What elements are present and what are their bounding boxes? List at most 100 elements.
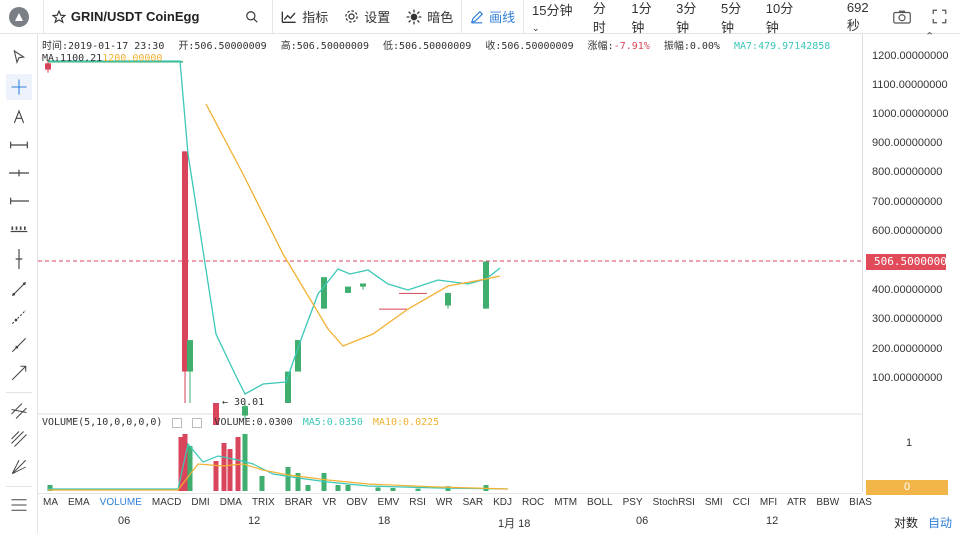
candle-body: [182, 151, 188, 372]
indicator-tab-macd[interactable]: MACD: [152, 497, 181, 508]
candle-body: [399, 292, 427, 294]
volume-bar: [221, 443, 227, 491]
fibonacci-icon[interactable]: [6, 492, 32, 518]
indicator-tab-vr[interactable]: VR: [323, 497, 337, 508]
ma7-line: [48, 60, 501, 395]
fullscreen-icon: [932, 9, 947, 24]
dark-mode-button[interactable]: 暗色: [398, 0, 461, 34]
volume-ma10: MA10:0.0225: [372, 417, 440, 428]
price-axis[interactable]: ⌃: [862, 31, 960, 414]
parallel-channel-icon[interactable]: [6, 398, 32, 424]
horizontal-segment-icon[interactable]: [6, 132, 32, 158]
symbol-selector[interactable]: GRIN/USDT CoinEgg: [44, 0, 208, 34]
indicator-tab-atr[interactable]: ATR: [787, 497, 806, 508]
price-tick: 100.00000000: [872, 372, 943, 384]
vertical-line-icon[interactable]: [6, 246, 32, 272]
camera-icon: [893, 10, 911, 24]
interval-15m[interactable]: 15分钟 ⌄: [524, 0, 585, 34]
settings-button[interactable]: 设置: [336, 0, 398, 34]
price-line-icon[interactable]: [6, 216, 32, 242]
indicator-tab-wr[interactable]: WR: [436, 497, 453, 508]
indicator-tab-cci[interactable]: CCI: [733, 497, 750, 508]
volume-ma10-line: [48, 463, 509, 491]
time-axis[interactable]: 06 12 18 1月 18 06 12: [38, 511, 862, 533]
auto-scale-button[interactable]: 自动: [928, 514, 952, 531]
indicators-icon: [281, 11, 296, 23]
indicator-tab-stochrsi[interactable]: StochRSI: [653, 497, 695, 508]
indicator-tab-kdj[interactable]: KDJ: [493, 497, 512, 508]
legend-high: 高:506.50000009: [280, 41, 369, 52]
indicator-tab-bbw[interactable]: BBW: [816, 497, 839, 508]
last-price-tag: 506.50000009: [866, 254, 953, 270]
indicator-tab-boll[interactable]: BOLL: [587, 497, 613, 508]
legend-change: 涨幅:-7.91%: [587, 41, 650, 52]
search-icon: [246, 10, 259, 23]
indicator-tab-smi[interactable]: SMI: [705, 497, 723, 508]
settings-small-icon[interactable]: [172, 417, 183, 428]
indicator-tab-volume[interactable]: VOLUME: [100, 497, 142, 508]
indicator-tab-rsi[interactable]: RSI: [409, 497, 426, 508]
interval-1m[interactable]: 1分钟: [623, 0, 668, 36]
indicator-tab-ema[interactable]: EMA: [68, 497, 90, 508]
time-label: 1月 18: [498, 518, 531, 530]
indicator-tab-mfi[interactable]: MFI: [760, 497, 777, 508]
indicator-tab-trix[interactable]: TRIX: [252, 497, 275, 508]
countdown: 692秒: [846, 0, 869, 33]
candle-body: [45, 63, 51, 70]
draw-button[interactable]: 画线: [462, 0, 523, 34]
indicator-tab-obv[interactable]: OBV: [346, 497, 367, 508]
volume-bar: [415, 488, 421, 491]
time-label: 06: [636, 515, 649, 527]
screenshot-button[interactable]: [885, 0, 924, 34]
price-tick: 1000.00000000: [872, 108, 949, 120]
volume-bar: [305, 485, 311, 491]
close-icon[interactable]: [192, 417, 203, 428]
indicator-tab-roc[interactable]: ROC: [522, 497, 544, 508]
candle-body: [379, 308, 407, 310]
chevron-down-icon: ⌄: [532, 22, 540, 33]
time-label: 12: [248, 515, 261, 527]
dark-mode-label: 暗色: [427, 10, 454, 25]
log-scale-button[interactable]: 对数: [894, 514, 918, 531]
draw-label: 画线: [489, 10, 516, 25]
cursor-arrow-icon[interactable]: [6, 44, 32, 70]
volume-axis-zero: 0: [866, 480, 948, 495]
interval-time[interactable]: 分时: [585, 0, 624, 36]
fullscreen-button[interactable]: [924, 0, 960, 34]
indicator-tab-brar[interactable]: BRAR: [285, 497, 313, 508]
indicator-tab-mtm[interactable]: MTM: [554, 497, 577, 508]
indicator-tabs: MA EMA VOLUME MACD DMI DMA TRIX BRAR VR OBV EMV RSI…: [38, 493, 872, 511]
extended-line-icon[interactable]: [6, 332, 32, 358]
horizontal-line-icon[interactable]: [6, 160, 32, 186]
indicator-tab-emv[interactable]: EMV: [378, 497, 400, 508]
indicator-tab-psy[interactable]: PSY: [623, 497, 643, 508]
legend-low: 低:506.50000009: [383, 41, 472, 52]
trend-line-icon[interactable]: [6, 276, 32, 302]
chevron-up-icon[interactable]: ⌃: [925, 30, 934, 43]
legend-amplitude: 振幅:0.00%: [663, 41, 720, 52]
indicator-tab-dmi[interactable]: DMI: [191, 497, 209, 508]
candle-body: [360, 283, 366, 287]
volume-value: VOLUME:0.0300: [214, 417, 293, 428]
text-tool-icon[interactable]: [6, 104, 32, 130]
fan-lines-icon[interactable]: [6, 454, 32, 480]
indicator-tab-ma[interactable]: MA: [43, 497, 58, 508]
volume-legend: VOLUME(5,10,0,0,0,0) VOLUME:0.0300 MA5:0…: [42, 417, 449, 428]
price-channel-icon[interactable]: [6, 426, 32, 452]
horizontal-ray-icon[interactable]: [6, 188, 32, 214]
logo-icon[interactable]: [0, 0, 43, 34]
indicators-button[interactable]: 指标: [273, 0, 336, 34]
settings-label: 设置: [364, 10, 391, 25]
ray-line-icon[interactable]: [6, 304, 32, 330]
interval-5m[interactable]: 5分钟: [713, 0, 758, 36]
arrow-line-icon[interactable]: [6, 360, 32, 386]
interval-10m[interactable]: 10分钟: [758, 0, 809, 36]
indicator-tab-sar[interactable]: SAR: [463, 497, 484, 508]
indicator-tab-dma[interactable]: DMA: [220, 497, 242, 508]
price-tick: 700.00000000: [872, 196, 943, 208]
search-button[interactable]: [237, 0, 272, 34]
crosshair-icon[interactable]: [6, 74, 32, 100]
interval-3m[interactable]: 3分钟: [668, 0, 713, 36]
candle-body: [321, 277, 327, 309]
indicator-tab-bias[interactable]: BIAS: [849, 497, 872, 508]
